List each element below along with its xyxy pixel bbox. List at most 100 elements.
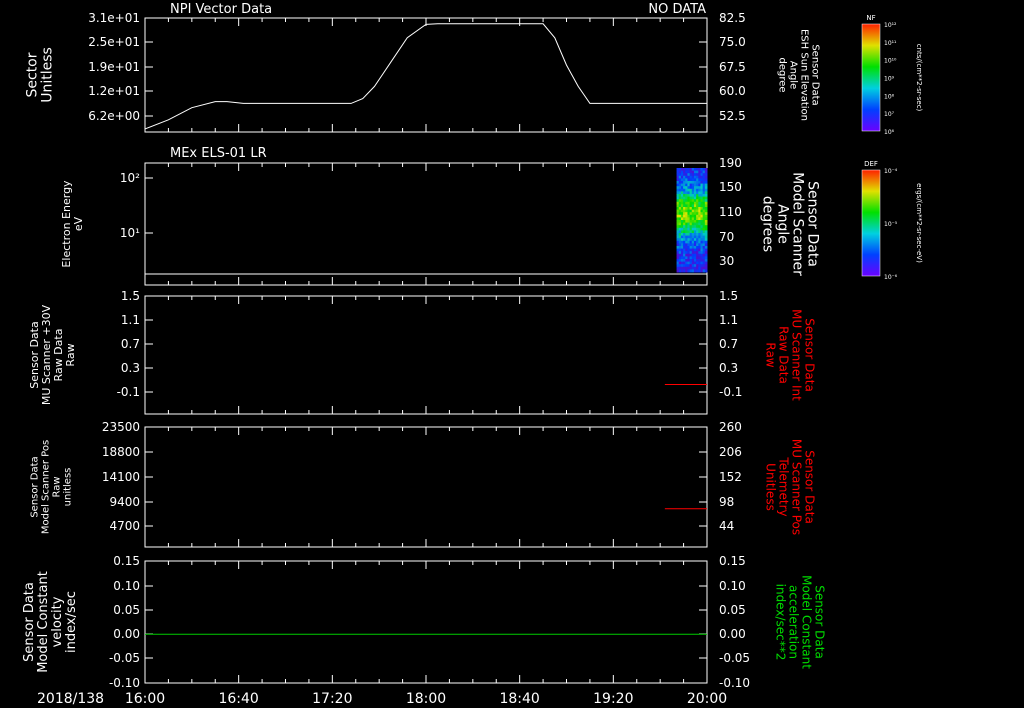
right-ylabel-line: Sensor Data — [803, 318, 817, 392]
right-tick-label: 82.5 — [719, 11, 746, 25]
left-tick-label: 0.05 — [113, 603, 140, 617]
right-tick-label: 70 — [719, 230, 734, 244]
panel-1-frame — [144, 17, 708, 133]
right-tick-label: 52.5 — [719, 109, 746, 123]
colorbar-tick-label: 10⁷ — [884, 111, 895, 118]
right-tick-label: -0.05 — [719, 651, 750, 665]
panel-2-frame — [144, 162, 708, 286]
right-tick-label: 0.15 — [719, 554, 746, 568]
header-left-title: NPI Vector Data — [170, 2, 272, 17]
right-tick-label: 260 — [719, 420, 742, 434]
colorbar-tick-label: 10¹⁰ — [884, 58, 897, 65]
left-ylabel-line: Raw — [52, 476, 63, 497]
left-ylabel-line: velocity — [50, 596, 65, 647]
left-tick-label: 1.9e+01 — [88, 60, 140, 74]
x-tick-label: 18:40 — [499, 691, 539, 707]
right-ylabel-line: Model Scanner — [790, 172, 806, 276]
x-tick-label: 19:20 — [593, 691, 633, 707]
panel-1: 3.1e+01 2.5e+01 1.9e+01 1.2e+01 6.2e+00 82.5 7… — [25, 11, 821, 133]
colorbars-group: NF 10¹² 10¹¹ 10¹⁰ 10⁹ 10⁸ 10⁷ 10⁶ cnts/(cm**2-sr… — [861, 14, 923, 281]
colorbar-tick-label: 10¹¹ — [884, 40, 897, 47]
right-ylabel-line: Angle — [775, 204, 791, 244]
right-ylabel-line: MU Scanner Pos — [790, 439, 804, 535]
colorbar-units-text: ergs/(cm**2-sr-sec-eV) — [915, 183, 923, 263]
right-tick-label: 75.0 — [719, 35, 746, 49]
left-tick-label: 23500 — [102, 420, 140, 434]
left-tick-label: -0.05 — [109, 651, 140, 665]
left-ylabel-line: Raw — [64, 343, 77, 366]
right-ylabel: Sensor DataESH Sun ElevationAngledegree — [777, 29, 821, 121]
right-tick-label: 0.00 — [719, 627, 746, 641]
left-ylabel: Sector Unitless — [25, 47, 56, 103]
panel-5: 0.15 0.10 0.05 0.00 -0.05 -0.10 0.15 0.10 0.05 0.… — [22, 554, 827, 690]
left-ylabel-line: Model Scanner Pos — [41, 440, 52, 534]
left-ylabel-line: Sensor Data — [30, 456, 41, 517]
x-tick-label: 20:00 — [687, 691, 727, 707]
panel-4-frame — [144, 426, 708, 548]
right-tick-label: 1.1 — [719, 313, 738, 327]
left-tick-label: 4700 — [109, 519, 140, 533]
colorbar-1-units: cnts/(cm**2-sr-sec) — [915, 44, 923, 112]
left-ylabel: Electron Energy eV — [60, 180, 85, 268]
left-ylabel-line: Unitless — [40, 47, 56, 103]
panels-group: 3.1e+01 2.5e+01 1.9e+01 1.2e+01 6.2e+00 82.5 7… — [22, 11, 827, 707]
colorbar-tick-label: 10⁶ — [884, 129, 895, 136]
right-tick-label: 1.5 — [719, 289, 738, 303]
right-ylabel-line: index/sec**2 — [774, 584, 788, 661]
right-ylabel-line: ESH Sun Elevation — [799, 29, 810, 121]
chart-stage: NPI Vector Data NO DATA MEx ELS-01 LR 20… — [22, 2, 923, 707]
left-tick-label: 1.2e+01 — [88, 84, 140, 98]
right-ylabel-line: Raw — [764, 342, 778, 367]
right-tick-label: 30 — [719, 254, 734, 268]
left-ylabel-line: unitless — [63, 468, 74, 507]
x-tick-label: 16:00 — [125, 691, 165, 707]
panel-4: 23500 18800 14100 9400 4700 260 206 152 98 44 Sens… — [30, 420, 817, 548]
left-ylabel-line: index/sec — [64, 591, 79, 653]
right-tick-label: 60.0 — [719, 84, 746, 98]
colorbar-tick-label: 10⁻⁵ — [884, 221, 898, 228]
colorbar-tick-label: 10⁹ — [884, 76, 895, 83]
left-ylabel-line: Sector — [25, 52, 41, 97]
panel-2: 10² 10¹ 190 150 110 70 30 Electron Energy eV Sens… — [60, 156, 821, 286]
panel-2-title: MEx ELS-01 LR — [170, 146, 267, 161]
right-ylabel-line: Sensor Data — [805, 181, 821, 267]
left-ylabel: Sensor Data Model Constant velocity index/s… — [22, 571, 79, 673]
left-ylabel-line: Sensor Data — [22, 582, 37, 662]
right-ylabel-line: acceleration — [787, 585, 801, 659]
right-ylabel-line: Sensor Data — [813, 585, 827, 659]
panel-3: 1.5 1.1 0.7 0.3 -0.1 1.5 1.1 0.7 0.3 -0.1 Sensor D… — [28, 289, 817, 415]
right-tick-label: 0.05 — [719, 603, 746, 617]
right-ylabel-line: degrees — [760, 196, 776, 252]
right-tick-label: 0.10 — [719, 579, 746, 593]
colorbar-1-label: NF — [866, 14, 875, 22]
left-tick-label: 2.5e+01 — [88, 35, 140, 49]
x-tick-label: 18:00 — [406, 691, 446, 707]
panel-1-series-1-line — [144, 23, 707, 130]
right-tick-label: 44 — [719, 519, 734, 533]
left-tick-label: 0.7 — [121, 337, 140, 351]
right-tick-label: -0.10 — [719, 676, 750, 690]
footer-date: 2018/138 — [37, 691, 104, 707]
colorbar-tick-label: 10⁻⁴ — [884, 168, 898, 175]
left-tick-label: 6.2e+00 — [88, 109, 140, 123]
left-tick-label: 10² — [120, 171, 140, 185]
right-ylabel-line: MU Scanner Int — [790, 309, 804, 401]
left-tick-label: 10¹ — [120, 226, 140, 240]
colorbar-tick-label: 10⁻⁶ — [884, 274, 898, 281]
right-tick-label: 152 — [719, 470, 742, 484]
left-ylabel-line: eV — [72, 216, 85, 231]
left-tick-label: 0.3 — [121, 361, 140, 375]
panel-5-frame — [144, 560, 708, 684]
left-tick-label: 1.5 — [121, 289, 140, 303]
right-tick-label: 110 — [719, 205, 742, 219]
right-ylabel: Sensor DataModel ScannerAngledegrees — [760, 172, 821, 276]
panel-2-heatmap — [676, 168, 708, 273]
left-tick-label: 14100 — [102, 470, 140, 484]
panel-3-frame — [144, 295, 708, 415]
left-tick-label: 0.15 — [113, 554, 140, 568]
right-ylabel-line: Model Constant — [800, 575, 814, 669]
right-ylabel-line: degree — [777, 57, 788, 92]
left-tick-label: -0.10 — [109, 676, 140, 690]
x-tick-label: 17:20 — [312, 691, 352, 707]
right-tick-label: 0.7 — [719, 337, 738, 351]
